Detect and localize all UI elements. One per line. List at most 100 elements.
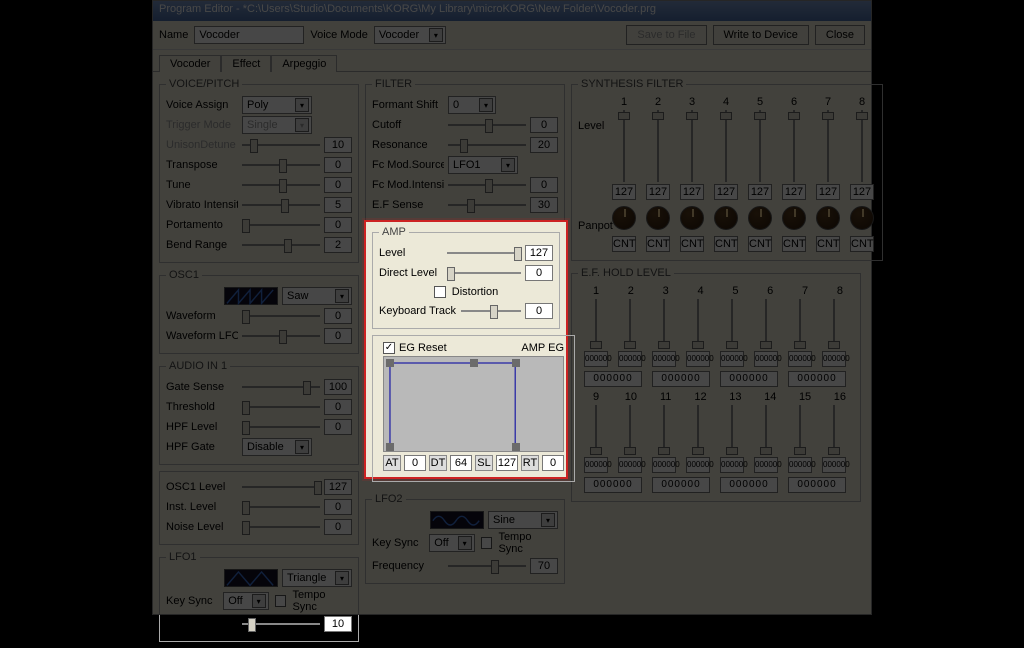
synth-panpot-knob[interactable] [782, 206, 806, 230]
synth-level-slider[interactable] [782, 110, 806, 182]
lfo2-wave-select[interactable]: Sine▾ [488, 511, 558, 529]
synth-level-value[interactable]: 127 [680, 184, 704, 200]
formant-shift-select[interactable]: 0▾ [448, 96, 496, 114]
ef-level-value[interactable]: 000000 [584, 457, 608, 473]
ef-level-slider[interactable] [584, 405, 608, 455]
ef-sense-value[interactable]: 30 [530, 197, 558, 213]
ef-level-value[interactable]: 000000 [618, 351, 642, 367]
eg-handle[interactable] [386, 443, 394, 451]
tune-value[interactable]: 0 [324, 177, 352, 193]
ef-level-value[interactable]: 000000 [788, 351, 812, 367]
ef-level-slider[interactable] [686, 405, 710, 455]
ef-level-slider[interactable] [652, 299, 676, 349]
ef-level-value[interactable]: 000000 [584, 351, 608, 367]
osc1-waveform-lfo-value[interactable]: 0 [324, 328, 352, 344]
voice-mode-select[interactable]: Vocoder ▾ [374, 26, 446, 44]
ef-level-slider[interactable] [822, 299, 846, 349]
ef-level-value[interactable]: 000000 [754, 457, 778, 473]
vibrato-value[interactable]: 5 [324, 197, 352, 213]
ef-pair-value[interactable]: 000000 [788, 477, 846, 493]
bend-range-value[interactable]: 2 [324, 237, 352, 253]
threshold-slider[interactable] [242, 399, 320, 415]
lfo2-frequency-slider[interactable] [448, 558, 526, 574]
osc1-wave-select[interactable]: Saw▾ [282, 287, 352, 305]
ef-level-slider[interactable] [618, 299, 642, 349]
tab-vocoder[interactable]: Vocoder [159, 55, 221, 72]
ef-level-value[interactable]: 000000 [788, 457, 812, 473]
osc1-level-value[interactable]: 127 [324, 479, 352, 495]
amp-kbd-track-slider[interactable] [461, 303, 521, 319]
synth-panpot-value[interactable]: CNT [850, 236, 874, 252]
tab-arpeggio[interactable]: Arpeggio [271, 55, 337, 72]
lfo1-key-sync-select[interactable]: Off▾ [223, 592, 268, 610]
lfo1-tempo-sync-checkbox[interactable] [275, 595, 287, 607]
lfo2-key-sync-select[interactable]: Off▾ [429, 534, 474, 552]
synth-level-value[interactable]: 127 [816, 184, 840, 200]
lfo1-wave-select[interactable]: Triangle▾ [282, 569, 352, 587]
ef-level-slider[interactable] [686, 299, 710, 349]
inst-level-slider[interactable] [242, 499, 320, 515]
synth-level-slider[interactable] [816, 110, 840, 182]
ef-level-value[interactable]: 000000 [686, 457, 710, 473]
synth-level-slider[interactable] [850, 110, 874, 182]
tune-slider[interactable] [242, 177, 320, 193]
ef-sense-slider[interactable] [448, 197, 526, 213]
ef-level-slider[interactable] [754, 405, 778, 455]
hpf-gate-select[interactable]: Disable▾ [242, 438, 312, 456]
cutoff-slider[interactable] [448, 117, 526, 133]
noise-level-value[interactable]: 0 [324, 519, 352, 535]
ef-pair-value[interactable]: 000000 [652, 477, 710, 493]
synth-panpot-value[interactable]: CNT [782, 236, 806, 252]
synth-panpot-value[interactable]: CNT [680, 236, 704, 252]
synth-level-slider[interactable] [714, 110, 738, 182]
threshold-value[interactable]: 0 [324, 399, 352, 415]
voice-assign-select[interactable]: Poly▾ [242, 96, 312, 114]
synth-level-slider[interactable] [680, 110, 704, 182]
osc1-level-slider[interactable] [242, 479, 320, 495]
vibrato-slider[interactable] [242, 197, 320, 213]
fc-mod-int-slider[interactable] [448, 177, 526, 193]
noise-level-slider[interactable] [242, 519, 320, 535]
gate-sense-slider[interactable] [242, 379, 320, 395]
ef-level-slider[interactable] [788, 299, 812, 349]
ef-level-slider[interactable] [720, 405, 744, 455]
ef-level-value[interactable]: 000000 [720, 351, 744, 367]
synth-panpot-knob[interactable] [748, 206, 772, 230]
ef-pair-value[interactable]: 000000 [720, 477, 778, 493]
transpose-value[interactable]: 0 [324, 157, 352, 173]
cutoff-value[interactable]: 0 [530, 117, 558, 133]
ef-pair-value[interactable]: 000000 [788, 371, 846, 387]
amp-eg-graph[interactable] [383, 356, 564, 452]
amp-distortion-checkbox[interactable] [434, 286, 446, 298]
portamento-slider[interactable] [242, 217, 320, 233]
bend-range-slider[interactable] [242, 237, 320, 253]
ef-level-value[interactable]: 000000 [618, 457, 642, 473]
eg-handle[interactable] [386, 359, 394, 367]
synth-level-value[interactable]: 127 [646, 184, 670, 200]
eg-dt-value[interactable]: 64 [450, 455, 472, 471]
synth-level-value[interactable]: 127 [714, 184, 738, 200]
synth-level-slider[interactable] [612, 110, 636, 182]
save-to-file-button[interactable]: Save to File [626, 25, 706, 45]
fc-mod-source-select[interactable]: LFO1▾ [448, 156, 518, 174]
synth-level-value[interactable]: 127 [612, 184, 636, 200]
synth-panpot-value[interactable]: CNT [646, 236, 670, 252]
lfo2-frequency-value[interactable]: 70 [530, 558, 558, 574]
ef-pair-value[interactable]: 000000 [652, 371, 710, 387]
synth-panpot-knob[interactable] [714, 206, 738, 230]
inst-level-value[interactable]: 0 [324, 499, 352, 515]
ef-level-value[interactable]: 000000 [754, 351, 778, 367]
lfo1-frequency-slider[interactable] [242, 616, 320, 632]
ef-level-value[interactable]: 000000 [686, 351, 710, 367]
synth-level-value[interactable]: 127 [748, 184, 772, 200]
synth-panpot-value[interactable]: CNT [612, 236, 636, 252]
ef-level-value[interactable]: 000000 [822, 457, 846, 473]
fc-mod-int-value[interactable]: 0 [530, 177, 558, 193]
synth-panpot-knob[interactable] [816, 206, 840, 230]
eg-handle[interactable] [512, 359, 520, 367]
amp-direct-level-value[interactable]: 0 [525, 265, 553, 281]
synth-level-slider[interactable] [646, 110, 670, 182]
ef-level-slider[interactable] [754, 299, 778, 349]
synth-panpot-knob[interactable] [646, 206, 670, 230]
amp-direct-level-slider[interactable] [447, 265, 521, 281]
